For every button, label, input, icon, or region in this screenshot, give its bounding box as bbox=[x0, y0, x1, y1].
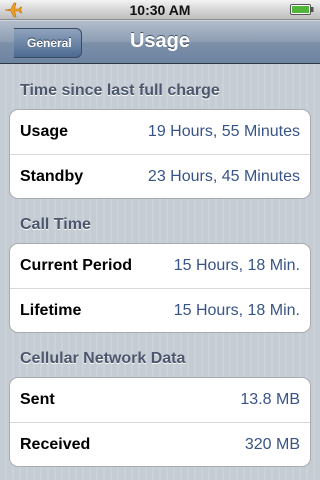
group-battery: Usage 19 Hours, 55 Minutes Standby 23 Ho… bbox=[9, 109, 311, 199]
row-label: Standby bbox=[20, 168, 84, 185]
battery-icon bbox=[290, 4, 314, 15]
row-value: 19 Hours, 55 Minutes bbox=[147, 123, 300, 140]
row-label: Usage bbox=[20, 123, 69, 140]
row-standby: Standby 23 Hours, 45 Minutes bbox=[10, 154, 310, 198]
row-received: Received 320 MB bbox=[10, 422, 310, 466]
section-header-battery: Time since last full charge bbox=[20, 82, 220, 99]
row-value: 320 MB bbox=[244, 436, 300, 453]
row-value: 23 Hours, 45 Minutes bbox=[147, 168, 300, 185]
row-value: 13.8 MB bbox=[240, 391, 300, 408]
page-title: Usage bbox=[129, 30, 191, 52]
row-value: 15 Hours, 18 Min. bbox=[173, 257, 300, 274]
navigation-bar: General Usage bbox=[0, 20, 320, 64]
status-bar: 10:30 AM bbox=[0, 0, 320, 20]
section-header-call-time: Call Time bbox=[20, 216, 91, 233]
row-sent: Sent 13.8 MB bbox=[10, 378, 310, 422]
row-label: Current Period bbox=[20, 257, 133, 274]
section-header-cellular-data: Cellular Network Data bbox=[20, 350, 186, 367]
row-current-period: Current Period 15 Hours, 18 Min. bbox=[10, 244, 310, 288]
row-usage: Usage 19 Hours, 55 Minutes bbox=[10, 110, 310, 154]
status-time: 10:30 AM bbox=[129, 2, 191, 18]
row-label: Sent bbox=[20, 391, 55, 408]
row-label: Received bbox=[20, 436, 91, 453]
group-call-time: Current Period 15 Hours, 18 Min. Lifetim… bbox=[9, 243, 311, 333]
group-cellular-data: Sent 13.8 MB Received 320 MB bbox=[9, 377, 311, 467]
row-label: Lifetime bbox=[20, 302, 82, 319]
row-lifetime: Lifetime 15 Hours, 18 Min. bbox=[10, 288, 310, 332]
row-value: 15 Hours, 18 Min. bbox=[173, 302, 300, 319]
